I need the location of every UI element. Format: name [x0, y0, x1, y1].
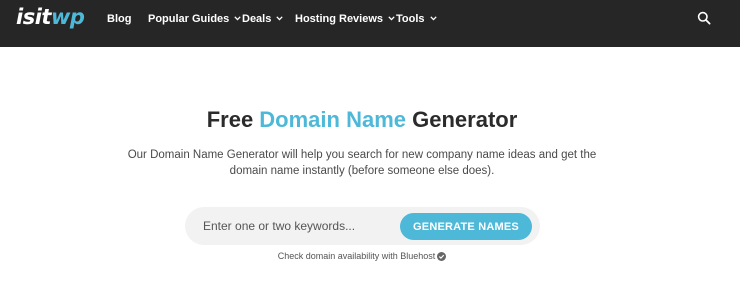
generate-names-button[interactable]: GENERATE NAMES: [400, 213, 532, 240]
nav-item-deals[interactable]: Deals: [242, 12, 284, 26]
logo-text-part2: wp: [50, 5, 85, 29]
site-logo[interactable]: isitwp: [16, 5, 85, 29]
keyword-input[interactable]: [197, 213, 397, 239]
title-prefix: Free: [206, 107, 260, 132]
nav-item-tools[interactable]: Tools: [396, 12, 437, 26]
nav-item-label: Tools: [396, 13, 425, 25]
top-navigation-bar: isitwp Blog Popular Guides Deals Hosting…: [0, 0, 740, 47]
nav-item-hosting-reviews[interactable]: Hosting Reviews: [295, 12, 395, 26]
domain-search-form: GENERATE NAMES: [185, 207, 540, 245]
check-circle-icon: [437, 252, 447, 264]
page-description: Our Domain Name Generator will help you …: [127, 149, 597, 177]
nav-item-popular-guides[interactable]: Popular Guides: [148, 12, 241, 26]
bluehost-note-text: Check domain availability with Bluehost: [277, 251, 436, 261]
page-title: Free Domain Name Generator: [0, 107, 724, 133]
bluehost-note: Check domain availability with Bluehost: [0, 251, 724, 264]
chevron-down-icon: [388, 16, 395, 21]
nav-item-label: Popular Guides: [148, 13, 230, 25]
logo-text-part1: isit: [16, 5, 51, 29]
title-accent: Domain Name: [259, 107, 407, 132]
chevron-down-icon: [276, 16, 284, 21]
nav-item-blog[interactable]: Blog: [107, 12, 131, 26]
nav-item-label: Hosting Reviews: [295, 13, 384, 25]
nav-item-label: Deals: [242, 13, 272, 25]
title-suffix: Generator: [406, 107, 518, 132]
chevron-down-icon: [234, 16, 241, 21]
search-icon[interactable]: [697, 11, 711, 25]
chevron-down-icon: [429, 16, 437, 21]
nav-item-label: Blog: [107, 13, 132, 25]
